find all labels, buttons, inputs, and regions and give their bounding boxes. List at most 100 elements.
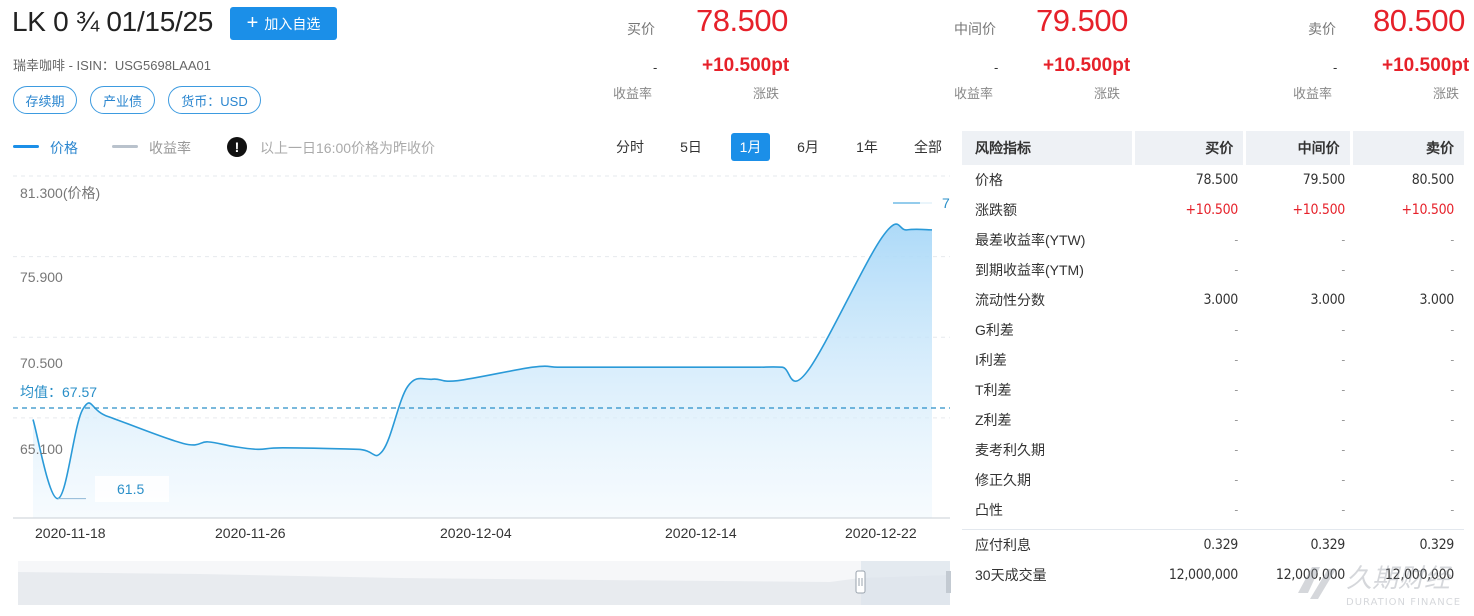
navigator-left-handle[interactable] — [855, 570, 866, 594]
row-value: 0.329 — [1310, 537, 1345, 553]
bid-change-label: 涨跌 — [753, 86, 780, 101]
ask-price: 80.500 — [1373, 3, 1465, 38]
row-value: 3.000 — [1203, 292, 1238, 308]
average-label: 均值：67.57 — [20, 382, 97, 402]
row-value: 12,000,000 — [1168, 567, 1238, 583]
mid-change: +10.500pt — [1043, 55, 1131, 76]
row-label: 麦考利久期 — [975, 442, 1045, 458]
row-value: 3.000 — [1310, 292, 1345, 308]
range-tab-1m[interactable]: 1月 — [731, 133, 770, 161]
row-label: 最差收益率(YTW) — [975, 232, 1086, 248]
price-area — [33, 224, 932, 518]
exclamation-icon: ! — [227, 137, 247, 157]
average-label-text: 均值： — [20, 384, 62, 400]
table-row: 价格 78.500 79.500 80.500 — [962, 165, 1464, 195]
mid-price: 79.500 — [1036, 3, 1128, 38]
average-value: 67.57 — [62, 384, 98, 400]
x-tick-label: 2020-12-14 — [665, 525, 737, 541]
legend-yield[interactable]: 收益率 — [149, 138, 191, 158]
row-value: 78.500 — [1195, 172, 1239, 188]
y-tick-label: 65.100 — [20, 441, 63, 457]
ask-change-label: 涨跌 — [1433, 86, 1460, 101]
row-label: I利差 — [975, 352, 1007, 368]
row-value: 0.329 — [1419, 537, 1454, 553]
row-value: - — [1341, 413, 1345, 427]
risk-indicator-table: 风险指标 买价 中间价 卖价 价格 78.500 79.500 80.500 涨跌额 +1… — [962, 131, 1464, 590]
legend-price[interactable]: 价格 — [50, 138, 78, 158]
table-row: 修正久期 - - - — [962, 465, 1464, 495]
tag-category[interactable]: 产业债 — [90, 86, 155, 114]
bid-yield-label: 收益率 — [613, 86, 653, 101]
y-tick-label: 81.300(价格) — [20, 185, 101, 201]
row-value: - — [1450, 353, 1454, 367]
row-label: 流动性分数 — [975, 292, 1045, 308]
range-tab-6m[interactable]: 6月 — [789, 133, 827, 161]
row-value: 80.500 — [1411, 172, 1455, 188]
watermark: 久期财经 DURATION FINANCE — [1290, 555, 1470, 616]
ask-label: 卖价 — [1308, 21, 1336, 37]
bid-yield: - — [653, 60, 658, 75]
ask-yield: - — [1333, 60, 1338, 75]
row-value: 3.000 — [1419, 292, 1454, 308]
navigator-selection[interactable] — [861, 561, 950, 605]
legend-yield-swatch — [112, 145, 138, 148]
row-value: - — [1234, 263, 1238, 277]
table-row: 麦考利久期 - - - — [962, 435, 1464, 465]
x-tick-label: 2020-12-22 — [845, 525, 917, 541]
row-value: - — [1450, 413, 1454, 427]
mid-label: 中间价 — [954, 21, 996, 37]
table-row: G利差 - - - — [962, 315, 1464, 345]
row-value: - — [1341, 473, 1345, 487]
svg-text:久期财经: 久期财经 — [1346, 564, 1453, 594]
navigator-right-handle[interactable] — [946, 571, 951, 593]
header-indicator: 风险指标 — [962, 131, 1132, 165]
row-value: - — [1341, 443, 1345, 457]
row-value: - — [1450, 503, 1454, 517]
row-value: - — [1341, 503, 1345, 517]
table-body: 价格 78.500 79.500 80.500 涨跌额 +10.500 +10.500 +10… — [962, 165, 1464, 525]
range-tab-all[interactable]: 全部 — [908, 133, 948, 161]
row-value: 0.329 — [1203, 537, 1238, 553]
range-tab-5d[interactable]: 5日 — [672, 133, 710, 161]
table-row: 流动性分数 3.000 3.000 3.000 — [962, 285, 1464, 315]
row-value: - — [1341, 233, 1345, 247]
mid-yield-label: 收益率 — [954, 86, 994, 101]
ask-change: +10.500pt — [1382, 55, 1470, 76]
tag-status[interactable]: 存续期 — [13, 86, 77, 114]
row-value: - — [1234, 233, 1238, 247]
row-value: +10.500 — [1292, 202, 1345, 218]
price-chart[interactable] — [0, 165, 955, 611]
table-row: Z利差 - - - — [962, 405, 1464, 435]
row-label: Z利差 — [975, 412, 1012, 428]
tag-currency[interactable]: 货币：USD — [168, 86, 261, 114]
x-tick-label: 2020-12-04 — [440, 525, 512, 541]
row-value: - — [1341, 383, 1345, 397]
table-row: I利差 - - - — [962, 345, 1464, 375]
row-label: 应付利息 — [975, 537, 1031, 553]
row-value: - — [1234, 443, 1238, 457]
row-label: 30天成交量 — [975, 567, 1047, 583]
row-value: - — [1450, 323, 1454, 337]
ask-yield-label: 收益率 — [1293, 86, 1333, 101]
row-label: 涨跌额 — [975, 202, 1017, 218]
range-tab-1y[interactable]: 1年 — [848, 133, 886, 161]
row-value: - — [1234, 323, 1238, 337]
header-mid: 中间价 — [1246, 131, 1350, 165]
row-value: +10.500 — [1185, 202, 1238, 218]
x-tick-label: 2020-11-18 — [35, 525, 106, 541]
row-label: T利差 — [975, 382, 1012, 398]
row-value: - — [1450, 473, 1454, 487]
table-row: 凸性 - - - — [962, 495, 1464, 525]
range-tab-intraday[interactable]: 分时 — [611, 133, 649, 161]
table-header: 风险指标 买价 中间价 卖价 — [962, 131, 1464, 165]
bid-label: 买价 — [627, 21, 655, 37]
max-value-label: 7 — [942, 195, 950, 211]
x-tick-label: 2020-11-26 — [215, 525, 286, 541]
row-value: - — [1234, 473, 1238, 487]
row-value: - — [1341, 353, 1345, 367]
row-label: 修正久期 — [975, 472, 1031, 488]
add-to-watchlist-button[interactable]: + 加入自选 — [230, 7, 337, 40]
row-value: - — [1450, 443, 1454, 457]
row-label: 凸性 — [975, 502, 1003, 518]
row-label: G利差 — [975, 322, 1014, 338]
